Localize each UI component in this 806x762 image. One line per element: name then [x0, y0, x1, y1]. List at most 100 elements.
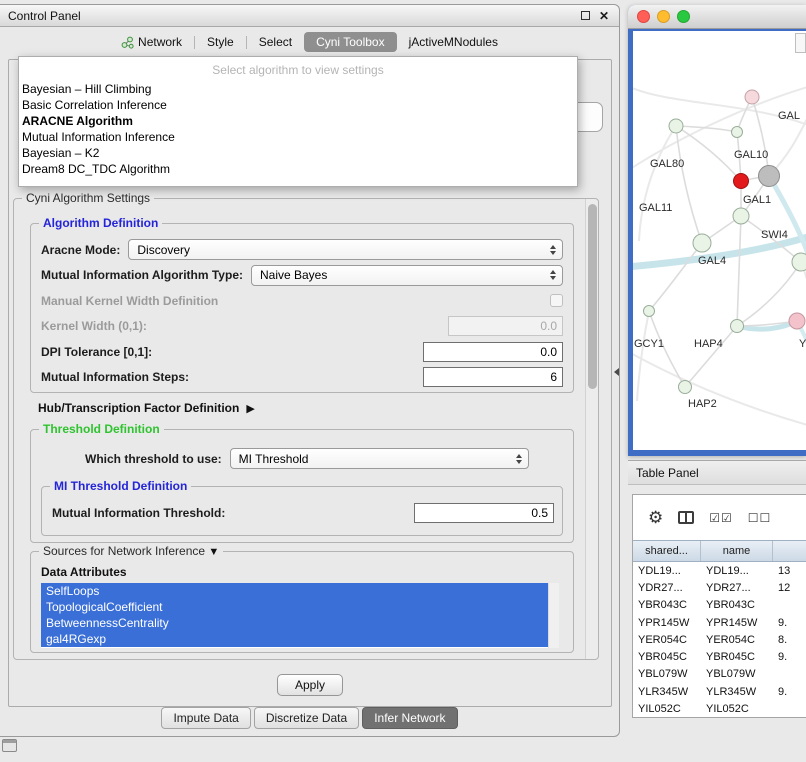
cell: YPR145W: [701, 617, 773, 629]
settings-group-title: Cyni Algorithm Settings: [22, 191, 154, 205]
node-small-a[interactable]: [732, 127, 743, 138]
hub-definition-expander[interactable]: Hub/Transcription Factor Definition ▶: [38, 401, 255, 415]
close-icon[interactable]: ✕: [599, 10, 609, 22]
which-threshold-row: Which threshold to use: MI Threshold: [85, 448, 529, 469]
node-mid-green[interactable]: [733, 208, 749, 224]
columns-icon[interactable]: [678, 511, 694, 524]
table-row[interactable]: YBL079W YBL079W: [633, 666, 806, 683]
table-row[interactable]: YIL052C YIL052C: [633, 700, 806, 717]
settings-scrollbar-thumb[interactable]: [588, 204, 597, 389]
gear-icon[interactable]: ⚙: [648, 509, 663, 526]
network-edge: [685, 326, 737, 387]
network-view-frame: GAL80 GAL10 GAL11 GAL1 SWI4 GAL4 GCY1 HA…: [628, 29, 806, 456]
network-canvas[interactable]: GAL80 GAL10 GAL11 GAL1 SWI4 GAL4 GCY1 HA…: [633, 31, 806, 450]
node-red[interactable]: [734, 174, 749, 189]
mi-steps-input[interactable]: [423, 367, 563, 387]
table-row[interactable]: YER054C YER054C 8.: [633, 631, 806, 648]
mi-algorithm-type-label: Mutual Information Algorithm Type:: [41, 268, 243, 282]
node-gal4[interactable]: [693, 234, 711, 252]
table-toolbar: ⚙ ☑☑ ☐☐: [633, 495, 806, 540]
manual-kernel-checkbox[interactable]: [550, 294, 563, 307]
tab-jactivemnodules[interactable]: jActiveMNodules: [404, 32, 503, 52]
table-row[interactable]: YDL19... YDL19... 13: [633, 562, 806, 579]
table-header-row: shared... name: [633, 540, 806, 562]
node-label-hap2: HAP2: [688, 398, 717, 410]
tab-discretize-data[interactable]: Discretize Data: [254, 707, 359, 729]
attribute-item[interactable]: SelfLoops: [41, 583, 548, 599]
dropdown-item[interactable]: Basic Correlation Inference: [19, 97, 577, 113]
dropdown-item[interactable]: Bayesian – Hill Climbing: [19, 81, 577, 97]
which-threshold-select[interactable]: MI Threshold: [230, 448, 529, 469]
table-row[interactable]: YBR043C YBR043C: [633, 597, 806, 614]
column-header-name[interactable]: name: [701, 541, 773, 561]
node-label-gal10: GAL10: [734, 149, 768, 161]
dropdown-item-selected[interactable]: ARACNE Algorithm: [19, 113, 577, 129]
combo-arrows-icon: [550, 245, 556, 255]
dropdown-item[interactable]: Mutual Information Inference: [19, 129, 577, 145]
dpi-tolerance-input[interactable]: [423, 342, 563, 362]
node-small-c[interactable]: [679, 381, 692, 394]
node-small-d[interactable]: [644, 306, 655, 317]
table-row[interactable]: YLR345W YLR345W 9.: [633, 683, 806, 700]
tab-infer-network[interactable]: Infer Network: [362, 707, 457, 729]
node-right-pink[interactable]: [789, 313, 805, 329]
select-all-icon[interactable]: ☑☑: [709, 511, 733, 525]
settings-scrollbar-track[interactable]: [585, 199, 598, 659]
node-label-gal-cut: GAL: [778, 110, 800, 122]
attribute-item[interactable]: TopologicalCoefficient: [41, 599, 548, 615]
tab-jactivemnodules-label: jActiveMNodules: [409, 35, 498, 49]
dropdown-item[interactable]: Bayesian – K2: [19, 145, 577, 161]
manual-kernel-label: Manual Kernel Width Definition: [41, 294, 218, 308]
attribute-list-scrollbar[interactable]: [548, 583, 559, 648]
float-panel-icon[interactable]: [581, 11, 590, 20]
table-panel-titlebar: Table Panel: [628, 460, 806, 485]
network-tab-icon: [121, 36, 134, 49]
table-row[interactable]: YBR045C YBR045C 9.: [633, 648, 806, 665]
tab-cyni-toolbox[interactable]: Cyni Toolbox: [304, 32, 396, 52]
aracne-mode-select[interactable]: Discovery: [128, 239, 563, 260]
control-panel-titlebar: Control Panel ✕: [0, 5, 619, 27]
panel-divider-handle[interactable]: [614, 368, 619, 376]
table-row[interactable]: YPR145W YPR145W 9.: [633, 614, 806, 631]
mi-algorithm-type-select[interactable]: Naive Bayes: [251, 265, 563, 286]
cell: YDL19...: [633, 565, 701, 577]
node-right-green[interactable]: [792, 253, 806, 271]
tab-cyni-toolbox-label: Cyni Toolbox: [316, 35, 384, 49]
column-header-cut[interactable]: [773, 541, 806, 561]
tab-network[interactable]: Network: [116, 32, 187, 52]
kernel-width-input[interactable]: [448, 316, 563, 336]
node-large-gray[interactable]: [759, 166, 780, 187]
attribute-item[interactable]: gal4RGexp: [41, 631, 548, 647]
apply-button[interactable]: Apply: [277, 674, 343, 696]
cell: YLR345W: [701, 686, 773, 698]
combo-arrows-icon: [516, 454, 522, 464]
threshold-definition-title: Threshold Definition: [39, 422, 164, 436]
node-small-b[interactable]: [731, 320, 744, 333]
dropdown-item[interactable]: Dream8 DC_TDC Algorithm: [19, 161, 577, 177]
threshold-definition-group: Threshold Definition Which threshold to …: [30, 429, 574, 543]
manual-kernel-row: Manual Kernel Width Definition: [31, 288, 573, 314]
node-top-pink[interactable]: [745, 90, 759, 104]
tab-impute-data[interactable]: Impute Data: [161, 707, 250, 729]
algorithm-dropdown-placeholder: Select algorithm to view settings: [19, 60, 577, 81]
mi-threshold-input[interactable]: [414, 503, 554, 523]
network-scrollbar-fragment[interactable]: [795, 33, 806, 53]
node-label-y-cut: Y: [799, 338, 806, 350]
which-threshold-label: Which threshold to use:: [85, 452, 222, 466]
deselect-all-icon[interactable]: ☐☐: [748, 511, 772, 525]
tab-select[interactable]: Select: [254, 32, 297, 52]
mi-algorithm-type-row: Mutual Information Algorithm Type: Naive…: [31, 263, 573, 289]
column-header-shared-name[interactable]: shared...: [633, 541, 701, 561]
tab-style[interactable]: Style: [202, 32, 239, 52]
zoom-traffic-light[interactable]: [677, 10, 690, 23]
minimize-traffic-light[interactable]: [657, 10, 670, 23]
table-row[interactable]: YDR27... YDR27... 12: [633, 579, 806, 596]
cell: YIL052C: [701, 703, 773, 715]
mi-steps-label: Mutual Information Steps:: [41, 370, 189, 384]
attribute-item[interactable]: BetweennessCentrality: [41, 615, 548, 631]
close-traffic-light[interactable]: [637, 10, 650, 23]
cell: YBL079W: [701, 668, 773, 680]
node-gal80[interactable]: [669, 119, 683, 133]
sources-group-title[interactable]: Sources for Network Inference ▼: [39, 544, 223, 558]
minimized-panel-icon[interactable]: [2, 739, 17, 752]
